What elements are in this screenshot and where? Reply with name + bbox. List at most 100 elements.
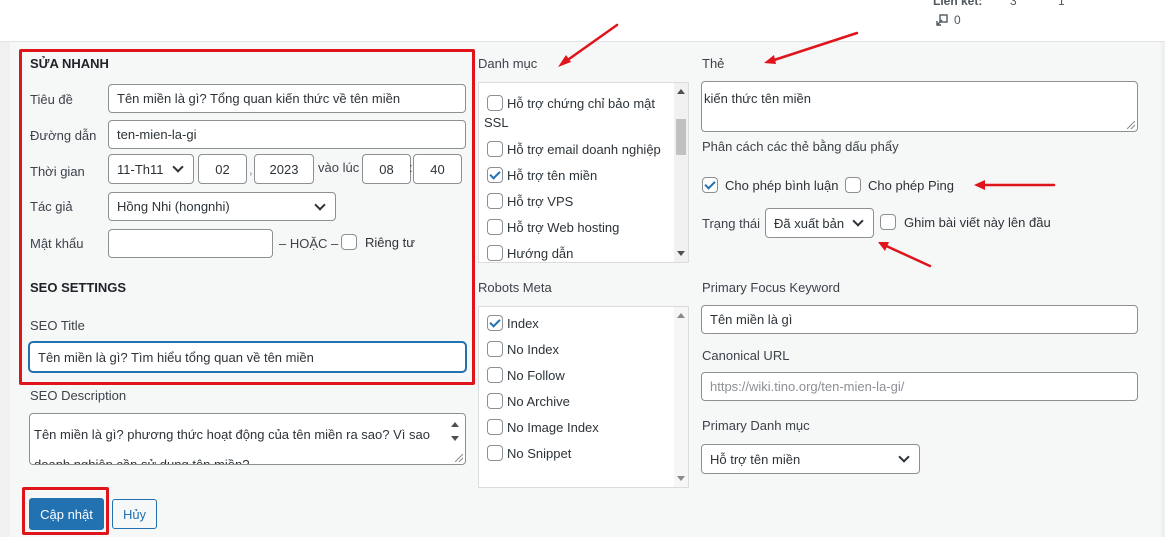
category-item-email[interactable]: Hỗ trợ email doanh nghiệp (487, 141, 661, 157)
category-item-vps[interactable]: Hỗ trợ VPS (487, 193, 573, 209)
chevron-down-icon (314, 198, 326, 211)
robots-list[interactable]: Index No Index No Follow No Archive No I… (478, 306, 689, 488)
slug-input[interactable]: ten-mien-la-gi (108, 120, 466, 149)
category-label: Hỗ trợ chứng chỉ bảo mật (507, 95, 656, 111)
tags-textarea[interactable]: kiến thức tên miền (701, 81, 1138, 132)
author-label: Tác giả (30, 199, 73, 214)
robots-scrollbar[interactable] (674, 307, 688, 487)
status-select[interactable]: Đã xuất bản (765, 208, 874, 238)
status-label: Trạng thái (702, 216, 761, 231)
category-label: Hỗ trợ email doanh nghiệp (507, 141, 661, 157)
category-item-hosting[interactable]: Hỗ trợ Web hosting (487, 219, 619, 235)
seo-heading: SEO SETTINGS (30, 280, 127, 295)
links-label: Liên kết: (933, 0, 983, 8)
update-button[interactable]: Cập nhật (29, 498, 104, 530)
scroll-thumb[interactable] (676, 119, 686, 155)
category-checkbox[interactable] (487, 245, 503, 261)
robots-label: No Snippet (507, 445, 572, 461)
day-input[interactable]: 02 (198, 154, 247, 184)
allow-comments-option[interactable]: Cho phép bình luận (702, 177, 838, 193)
allow-ping-option[interactable]: Cho phép Ping (845, 177, 954, 193)
robots-checkbox[interactable] (487, 393, 503, 409)
canonical-input[interactable]: https://wiki.tino.org/ten-mien-la-gi/ (701, 372, 1138, 401)
cancel-button[interactable]: Hủy (112, 499, 157, 529)
robots-checkbox[interactable] (487, 445, 503, 461)
year-input[interactable]: 2023 (254, 154, 314, 184)
month-value: 11-Th11 (117, 161, 164, 177)
primary-category-select[interactable]: Hỗ trợ tên miền (701, 444, 920, 474)
resize-handle-icon[interactable] (1127, 121, 1135, 129)
private-checkbox[interactable] (341, 234, 357, 250)
scroll-up-icon[interactable] (451, 422, 459, 427)
robots-checkbox[interactable] (487, 367, 503, 383)
seo-title-input[interactable]: Tên miền là gì? Tìm hiểu tổng quan về tê… (29, 342, 466, 372)
category-label: Hỗ trợ Web hosting (507, 219, 620, 235)
robots-item-nosnippet[interactable]: No Snippet (487, 445, 571, 461)
private-option[interactable]: Riêng tư (341, 234, 415, 250)
incoming-link-count: 0 (954, 13, 961, 27)
categories-heading: Danh mục (478, 56, 538, 71)
allow-ping-label: Cho phép Ping (868, 177, 955, 193)
tags-text: kiến thức tên miền (704, 91, 811, 106)
seo-description-textarea[interactable]: Tên miền là gì? phương thức hoạt động củ… (29, 413, 466, 465)
robots-label: Index (507, 315, 539, 331)
category-checkbox[interactable] (487, 219, 503, 235)
category-checkbox[interactable] (487, 141, 503, 157)
robots-heading: Robots Meta (478, 280, 552, 295)
tags-hint: Phân cách các thẻ bằng dấu phẩy (702, 139, 899, 154)
scroll-up-icon[interactable] (677, 313, 685, 318)
robots-item-index[interactable]: Index (487, 315, 539, 331)
allow-comments-label: Cho phép bình luận (725, 177, 839, 193)
minute-input[interactable]: 40 (413, 154, 462, 184)
password-input[interactable] (108, 229, 273, 258)
canonical-label: Canonical URL (702, 348, 790, 363)
robots-item-noarchive[interactable]: No Archive (487, 393, 570, 409)
links-count-2: 1 (1058, 0, 1065, 8)
robots-item-noimageindex[interactable]: No Image Index (487, 419, 599, 435)
robots-item-nofollow[interactable]: No Follow (487, 367, 565, 383)
sticky-option[interactable]: Ghim bài viết này lên đầu (880, 214, 1051, 230)
hour-input[interactable]: 08 (362, 154, 411, 184)
category-label: Hỗ trợ VPS (507, 193, 574, 209)
title-input[interactable]: Tên miền là gì? Tổng quan kiến thức về t… (108, 84, 466, 113)
scroll-down-icon[interactable] (451, 436, 459, 441)
robots-label: No Index (507, 341, 560, 357)
top-row (0, 0, 1165, 42)
category-item-ssl[interactable]: Hỗ trợ chứng chỉ bảo mật (487, 95, 655, 111)
category-item-guide[interactable]: Hướng dẫn (487, 245, 573, 261)
quick-edit-heading: SỬA NHANH (30, 56, 109, 71)
category-checkbox[interactable] (487, 193, 503, 209)
author-select[interactable]: Hồng Nhi (hongnhi) (108, 192, 336, 221)
scroll-down-icon[interactable] (677, 251, 685, 256)
allow-ping-checkbox[interactable] (845, 177, 861, 193)
scroll-up-icon[interactable] (677, 89, 685, 94)
sticky-checkbox[interactable] (880, 214, 896, 230)
category-label: Hỗ trợ tên miền (507, 167, 598, 183)
focus-keyword-input[interactable]: Tên miền là gì (701, 305, 1138, 334)
robots-label: No Archive (507, 393, 570, 409)
category-label: Hướng dẫn (507, 245, 574, 261)
seo-title-label: SEO Title (30, 318, 85, 333)
robots-item-noindex[interactable]: No Index (487, 341, 559, 357)
month-select[interactable]: 11-Th11 (108, 154, 194, 184)
robots-checkbox[interactable] (487, 419, 503, 435)
categories-list[interactable]: Hỗ trợ chứng chỉ bảo mật SSL Hỗ trợ emai… (478, 82, 689, 263)
date-separator: , (249, 162, 253, 177)
links-count: 3 (1010, 0, 1017, 8)
seo-description-text: Tên miền là gì? phương thức hoạt động củ… (34, 427, 430, 465)
at-label: vào lúc (318, 160, 360, 175)
sticky-label: Ghim bài viết này lên đầu (904, 214, 1051, 230)
robots-checkbox[interactable] (487, 341, 503, 357)
robots-checkbox-checked[interactable] (487, 315, 503, 331)
scroll-down-icon[interactable] (677, 476, 685, 481)
category-label-cont: SSL (484, 115, 509, 130)
category-checkbox[interactable] (487, 95, 503, 111)
allow-comments-checkbox[interactable] (702, 177, 718, 193)
resize-handle-icon[interactable] (455, 454, 463, 462)
category-item-domain[interactable]: Hỗ trợ tên miền (487, 167, 597, 183)
category-checkbox-checked[interactable] (487, 167, 503, 183)
primary-category-value: Hỗ trợ tên miền (710, 451, 801, 467)
slug-label: Đường dẫn (30, 128, 97, 143)
categories-scrollbar[interactable] (674, 83, 688, 262)
private-label: Riêng tư (365, 234, 415, 250)
